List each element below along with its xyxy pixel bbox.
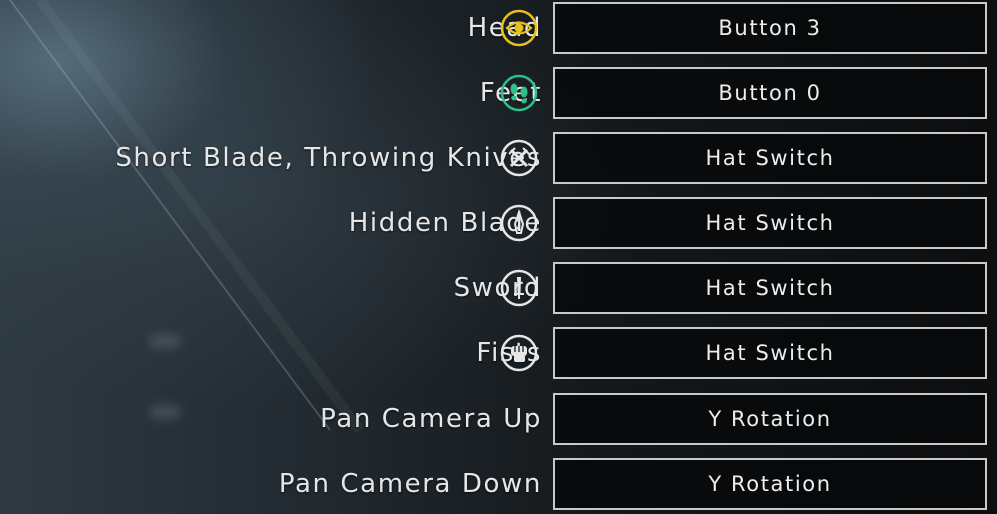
binding-button-pan-camera-up[interactable]: Y Rotation [553, 393, 987, 445]
binding-row-pan-camera-down: Pan Camera Down Y Rotation [0, 458, 997, 510]
binding-row-sword: Sword Hat Switch [0, 262, 997, 314]
binding-row-short-blade: Short Blade, Throwing Knives Hat Switch [0, 132, 997, 184]
binding-row-hidden-blade: Hidden Blade Hat Switch [0, 197, 997, 249]
binding-row-feet: Feet Button 0 [0, 67, 997, 119]
binding-button-pan-camera-down[interactable]: Y Rotation [553, 458, 987, 510]
binding-button-head[interactable]: Button 3 [553, 2, 987, 54]
binding-row-pan-camera-up: Pan Camera Up Y Rotation [0, 393, 997, 445]
binding-button-short-blade[interactable]: Hat Switch [553, 132, 987, 184]
eye-icon [500, 9, 538, 47]
binding-label: Pan Camera Up [320, 404, 542, 434]
crossed-blades-icon [500, 139, 538, 177]
binding-button-fists[interactable]: Hat Switch [553, 327, 987, 379]
fist-icon [500, 334, 538, 372]
sword-icon [500, 269, 538, 307]
binding-label: Pan Camera Down [278, 469, 542, 499]
binding-button-hidden-blade[interactable]: Hat Switch [553, 197, 987, 249]
hidden-blade-icon [500, 204, 538, 242]
binding-button-feet[interactable]: Button 0 [553, 67, 987, 119]
binding-row-head: Head Button 3 [0, 2, 997, 54]
binding-row-fists: Fists Hat Switch [0, 327, 997, 379]
footprints-icon [500, 74, 538, 112]
binding-label: Short Blade, Throwing Knives [115, 143, 542, 173]
binding-button-sword[interactable]: Hat Switch [553, 262, 987, 314]
